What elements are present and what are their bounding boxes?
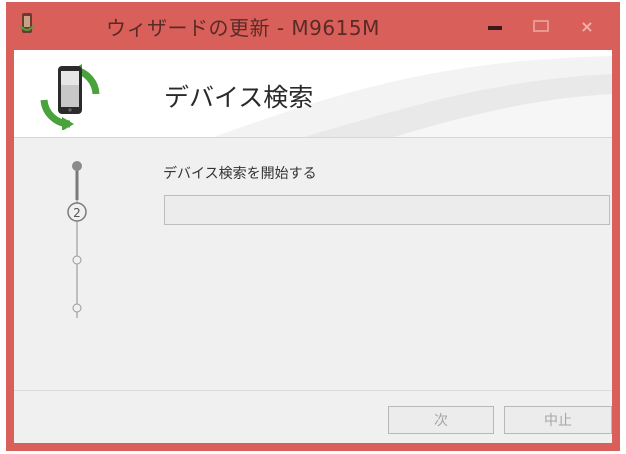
window-title: ウィザードの更新 - M9615M bbox=[106, 16, 380, 40]
search-progress-bar bbox=[164, 195, 610, 225]
footer-divider bbox=[14, 390, 612, 391]
step-1-dot bbox=[72, 161, 82, 171]
minimize-button[interactable] bbox=[474, 6, 516, 46]
phone-sync-icon bbox=[40, 64, 100, 130]
next-button[interactable]: 次 bbox=[388, 406, 494, 434]
page-title: デバイス検索 bbox=[164, 83, 314, 112]
maximize-icon bbox=[533, 20, 549, 32]
close-icon: × bbox=[580, 16, 594, 36]
title-bar[interactable]: ウィザードの更新 - M9615M × bbox=[6, 2, 620, 50]
step-description: デバイス検索を開始する bbox=[163, 166, 317, 182]
wizard-header: デバイス検索 bbox=[14, 50, 612, 138]
step-3-dot bbox=[72, 255, 82, 265]
wizard-client-area: デバイス検索 2 デバイス検索を開始する 次 中止 bbox=[14, 50, 612, 443]
close-button[interactable]: × bbox=[566, 6, 608, 46]
app-icon bbox=[20, 13, 34, 33]
step-indicator: 2 bbox=[67, 161, 87, 318]
step-number: 2 bbox=[73, 206, 81, 220]
maximize-button[interactable] bbox=[520, 6, 562, 46]
cancel-button[interactable]: 中止 bbox=[504, 406, 612, 434]
step-4-dot bbox=[72, 303, 82, 313]
wizard-window: ウィザードの更新 - M9615M × デバイス検索 2 デバイス検索を開始する… bbox=[6, 2, 620, 451]
minimize-icon bbox=[488, 26, 502, 30]
